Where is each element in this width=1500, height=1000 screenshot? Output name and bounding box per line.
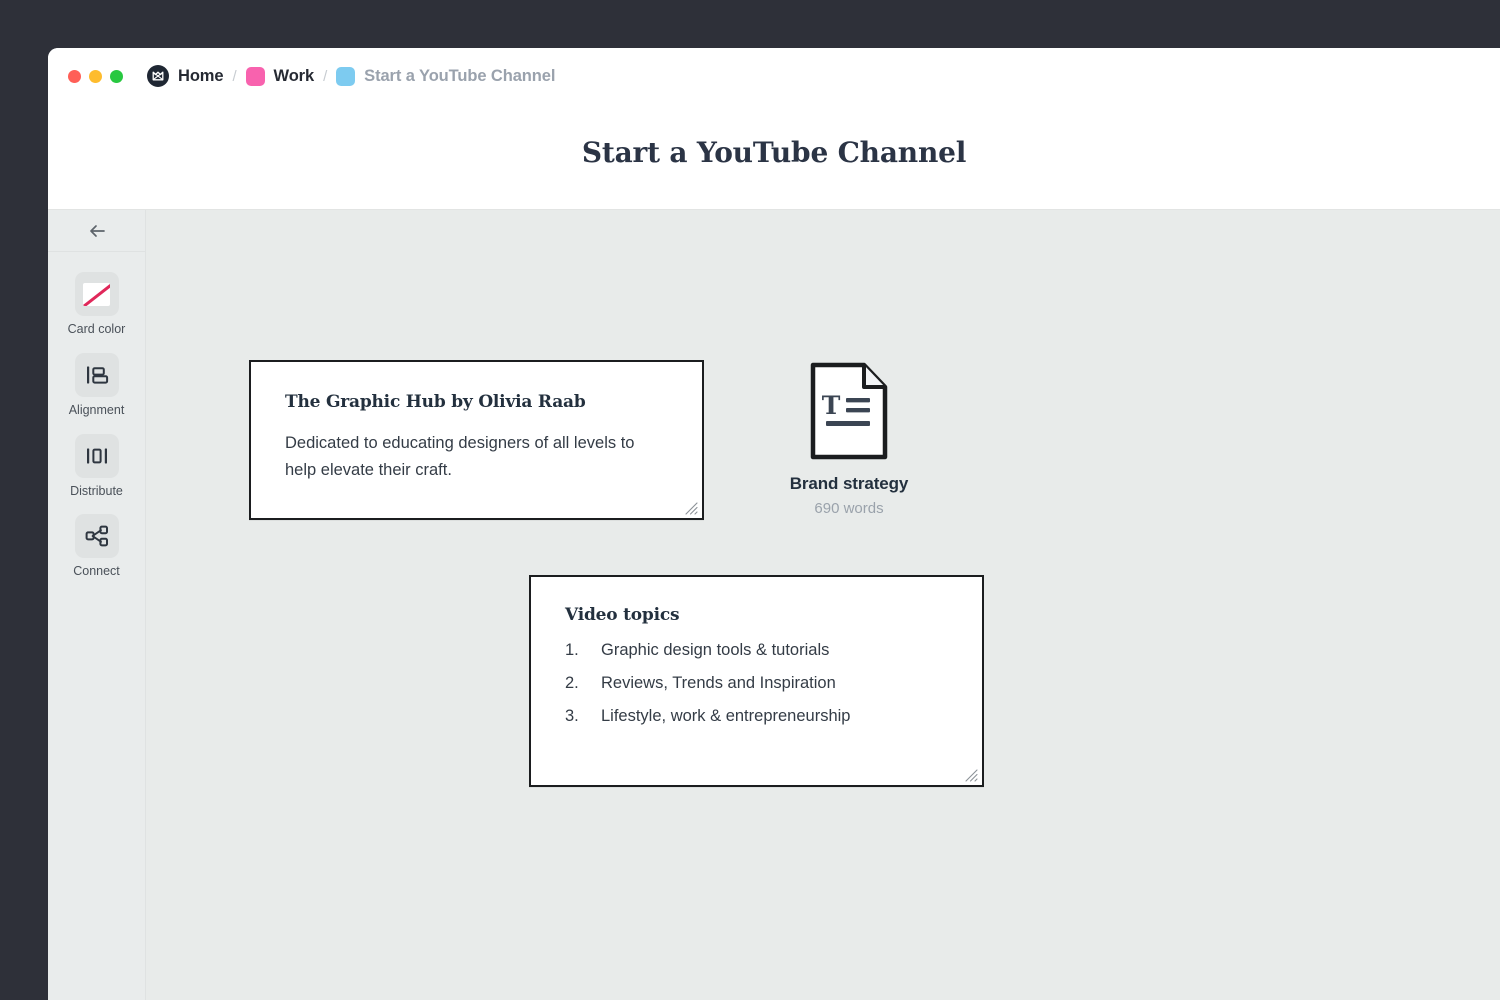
text-document-icon: T (810, 362, 888, 460)
document-brand-strategy[interactable]: T Brand strategy 690 words (779, 362, 919, 517)
document-word-count: 690 words (814, 500, 883, 517)
list-item: 3. Lifestyle, work & entrepreneurship (565, 707, 948, 726)
close-window-button[interactable] (68, 70, 81, 83)
list-item: 2. Reviews, Trends and Inspiration (565, 674, 948, 693)
window-controls (68, 70, 123, 83)
note-card-video-topics[interactable]: Video topics 1. Graphic design tools & t… (529, 575, 984, 787)
page-header: Start a YouTube Channel (48, 104, 1500, 210)
note-card-title: The Graphic Hub by Olivia Raab (285, 392, 668, 412)
tool-card-color[interactable]: Card color (54, 268, 140, 339)
app-window: Home / Work / Start a YouTube Channel St… (48, 48, 1500, 1000)
app-logo-icon (147, 65, 169, 87)
list-item-number: 3. (565, 707, 601, 726)
page-title: Start a YouTube Channel (582, 136, 966, 169)
sidebar-collapse-button[interactable] (48, 210, 145, 252)
tool-label-distribute: Distribute (70, 485, 123, 499)
connect-icon (75, 514, 119, 558)
note-card-title: Video topics (565, 605, 948, 625)
window-titlebar: Home / Work / Start a YouTube Channel (48, 48, 1500, 104)
breadcrumb-label-current: Start a YouTube Channel (364, 67, 555, 86)
breadcrumb-item-current[interactable]: Start a YouTube Channel (336, 67, 555, 86)
tool-alignment[interactable]: Alignment (54, 349, 140, 420)
breadcrumb-separator: / (232, 68, 236, 85)
tool-distribute[interactable]: Distribute (54, 430, 140, 501)
video-topics-list: 1. Graphic design tools & tutorials 2. R… (565, 641, 948, 726)
breadcrumb: Home / Work / Start a YouTube Channel (147, 65, 555, 87)
arrow-left-icon (87, 223, 107, 239)
list-item: 1. Graphic design tools & tutorials (565, 641, 948, 660)
note-card-body: Dedicated to educating designers of all … (285, 430, 668, 483)
tool-list: Card color Alignment (48, 252, 145, 581)
distribute-icon (75, 434, 119, 478)
breadcrumb-item-work[interactable]: Work (246, 67, 315, 86)
breadcrumb-item-home[interactable]: Home (147, 65, 223, 87)
card-color-icon (75, 272, 119, 316)
maximize-window-button[interactable] (110, 70, 123, 83)
minimize-window-button[interactable] (89, 70, 102, 83)
breadcrumb-separator-2: / (323, 68, 327, 85)
resize-handle[interactable] (963, 767, 978, 782)
board-canvas[interactable]: The Graphic Hub by Olivia Raab Dedicated… (146, 210, 1500, 1000)
tool-sidebar: Card color Alignment (48, 210, 146, 1000)
list-item-number: 2. (565, 674, 601, 693)
note-card-profile[interactable]: The Graphic Hub by Olivia Raab Dedicated… (249, 360, 704, 520)
breadcrumb-label-home: Home (178, 67, 223, 86)
list-item-number: 1. (565, 641, 601, 660)
breadcrumb-label-work: Work (274, 67, 315, 86)
tool-label-alignment: Alignment (69, 404, 125, 418)
resize-handle[interactable] (683, 500, 698, 515)
document-name: Brand strategy (790, 474, 909, 494)
tool-connect[interactable]: Connect (54, 510, 140, 581)
tool-label-card-color: Card color (68, 323, 126, 337)
workspace: Card color Alignment (48, 210, 1500, 1000)
tool-label-connect: Connect (73, 565, 120, 579)
list-item-text: Lifestyle, work & entrepreneurship (601, 707, 850, 726)
list-item-text: Graphic design tools & tutorials (601, 641, 829, 660)
list-item-text: Reviews, Trends and Inspiration (601, 674, 836, 693)
color-swatch-icon-work (246, 67, 265, 86)
svg-text:T: T (822, 391, 841, 420)
alignment-icon (75, 353, 119, 397)
color-swatch-icon-current (336, 67, 355, 86)
